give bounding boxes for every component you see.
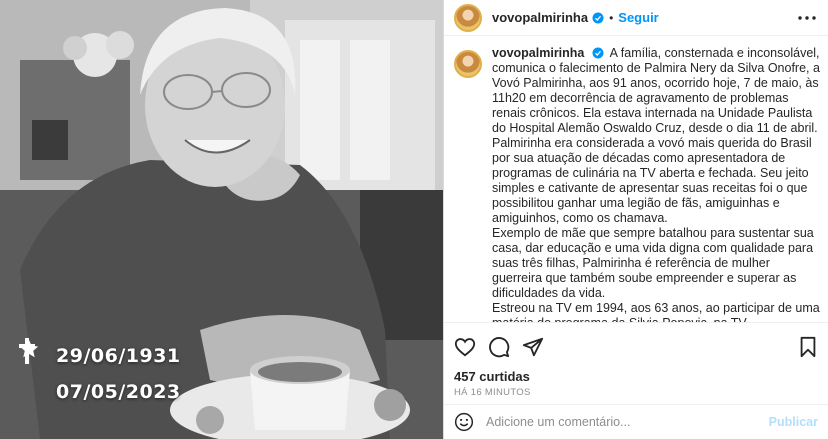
caption-paragraph: Palmirinha era considerada a vovó mais q… — [492, 136, 812, 225]
emoji-icon[interactable] — [454, 412, 474, 432]
heart-icon[interactable] — [454, 336, 476, 358]
publish-button[interactable]: Publicar — [769, 415, 818, 429]
more-options-icon[interactable] — [798, 15, 816, 20]
post-details-panel: vovopalmirinha • Seguir vovopalmirinha A… — [443, 0, 828, 439]
post-header: vovopalmirinha • Seguir — [444, 0, 828, 36]
share-icon[interactable] — [522, 336, 544, 358]
likes-count[interactable]: 457 curtidas — [454, 369, 818, 384]
caption-username[interactable]: vovopalmirinha — [492, 46, 584, 60]
post-timestamp[interactable]: HÁ 16 MINUTOS — [454, 387, 818, 398]
caption-text: vovopalmirinha A família, consternada e … — [492, 46, 822, 322]
caption-area: vovopalmirinha A família, consternada e … — [454, 46, 822, 322]
action-bar — [454, 335, 818, 359]
post-photo[interactable]: 29/06/1931 07/05/2023 — [0, 0, 443, 439]
memorial-dates: 29/06/1931 07/05/2023 — [18, 338, 181, 410]
post-actions: 457 curtidas HÁ 16 MINUTOS — [444, 322, 828, 406]
follow-button[interactable]: Seguir — [618, 10, 658, 25]
comment-icon[interactable] — [488, 336, 510, 358]
avatar[interactable] — [454, 3, 482, 32]
birth-date-row: 29/06/1931 — [18, 338, 181, 374]
comment-bar: Publicar — [444, 404, 828, 439]
caption-paragraph: Estreou na TV em 1994, aos 63 anos, ao p… — [492, 301, 820, 322]
caption-paragraph: Exemplo de mãe que sempre batalhou para … — [492, 226, 814, 300]
comment-input[interactable] — [486, 415, 769, 429]
username-link[interactable]: vovopalmirinha — [492, 10, 588, 25]
caption-avatar[interactable] — [454, 50, 482, 78]
death-date: 07/05/2023 — [56, 381, 181, 403]
death-date-row: 07/05/2023 — [18, 338, 181, 410]
birth-date: 29/06/1931 — [56, 345, 181, 367]
verified-badge-icon — [592, 12, 604, 24]
bookmark-icon[interactable] — [798, 336, 818, 358]
caption-verified-badge-icon — [592, 47, 604, 59]
separator-dot: • — [609, 10, 614, 25]
